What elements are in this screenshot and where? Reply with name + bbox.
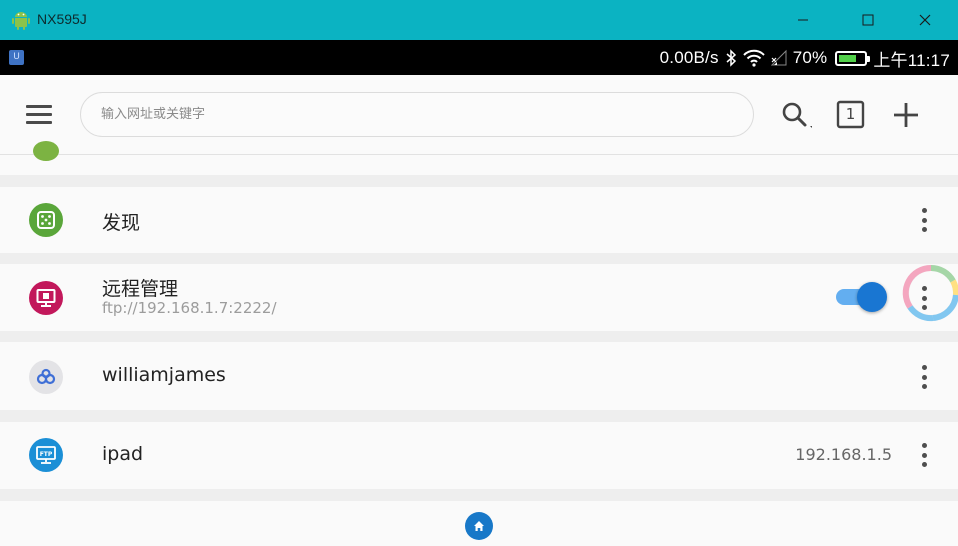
remote-toggle-switch[interactable] xyxy=(836,281,888,313)
search-button[interactable] xyxy=(776,95,816,135)
more-vert-icon xyxy=(921,443,927,448)
list-item-discover[interactable]: 发现 xyxy=(0,187,958,253)
bottom-bar xyxy=(0,501,958,546)
dice-icon xyxy=(29,203,63,237)
maximize-button[interactable] xyxy=(840,0,896,40)
window-titlebar: NX595J xyxy=(0,0,958,40)
battery-percent: 70% xyxy=(792,48,828,67)
minimize-icon xyxy=(798,19,808,21)
home-icon xyxy=(474,521,484,531)
address-bar[interactable] xyxy=(80,92,754,137)
menu-icon xyxy=(26,105,52,108)
item-title: williamjames xyxy=(102,364,226,386)
status-bar-right: 0.00B/s 70% 上午11:17 xyxy=(660,46,950,70)
link-icon xyxy=(29,360,63,394)
bookmark-list: 发现 远程管理 ftp://192.168.1.7:2222/ williamj… xyxy=(0,141,958,546)
ftp-icon: FTP xyxy=(29,438,63,472)
list-item-ipad[interactable]: FTP ipad 192.168.1.5 xyxy=(0,422,958,489)
list-item-williamjames[interactable]: williamjames xyxy=(0,342,958,410)
wifi-icon xyxy=(742,49,765,67)
more-vert-icon xyxy=(921,208,927,213)
battery-icon xyxy=(835,50,871,66)
item-title: 发现 xyxy=(102,212,141,234)
list-item[interactable] xyxy=(0,141,958,175)
battery-fill xyxy=(839,54,857,62)
item-address: 192.168.1.5 xyxy=(795,445,892,464)
window-title: NX595J xyxy=(37,11,87,27)
loading-ring-icon xyxy=(902,264,958,322)
monitor-icon xyxy=(29,281,63,315)
status-bar: U 0.00B/s 70% 上午11:17 xyxy=(0,40,958,75)
more-options-button[interactable] xyxy=(914,205,934,235)
home-button[interactable] xyxy=(465,512,493,540)
list-item-remote-management[interactable]: 远程管理 ftp://192.168.1.7:2222/ xyxy=(0,264,958,331)
more-options-button[interactable] xyxy=(914,362,934,392)
close-button[interactable] xyxy=(897,0,953,40)
more-vert-icon xyxy=(921,365,927,370)
new-tab-button[interactable] xyxy=(886,95,926,135)
app-toolbar: 1 xyxy=(0,75,958,155)
search-input[interactable] xyxy=(101,93,731,136)
clock: 上午11:17 xyxy=(873,50,950,70)
maximize-icon xyxy=(862,14,874,26)
partial-item-icon xyxy=(33,141,59,161)
close-icon xyxy=(919,14,931,26)
tabs-count: 1 xyxy=(845,105,856,123)
app-notification-icon: U xyxy=(9,50,24,65)
more-options-button[interactable] xyxy=(914,440,934,470)
item-title: ipad xyxy=(102,443,144,465)
signal-icon xyxy=(770,49,787,66)
android-icon xyxy=(12,12,30,30)
add-icon xyxy=(894,103,918,127)
net-speed: 0.00B/s xyxy=(659,48,719,67)
minimize-button[interactable] xyxy=(775,0,831,40)
search-icon xyxy=(782,102,812,128)
item-title: 远程管理 xyxy=(102,278,179,300)
tabs-button[interactable]: 1 xyxy=(830,95,870,135)
bluetooth-icon xyxy=(726,49,736,67)
svg-text:FTP: FTP xyxy=(40,451,53,458)
menu-button[interactable] xyxy=(24,103,56,127)
item-subtitle: ftp://192.168.1.7:2222/ xyxy=(102,299,277,317)
